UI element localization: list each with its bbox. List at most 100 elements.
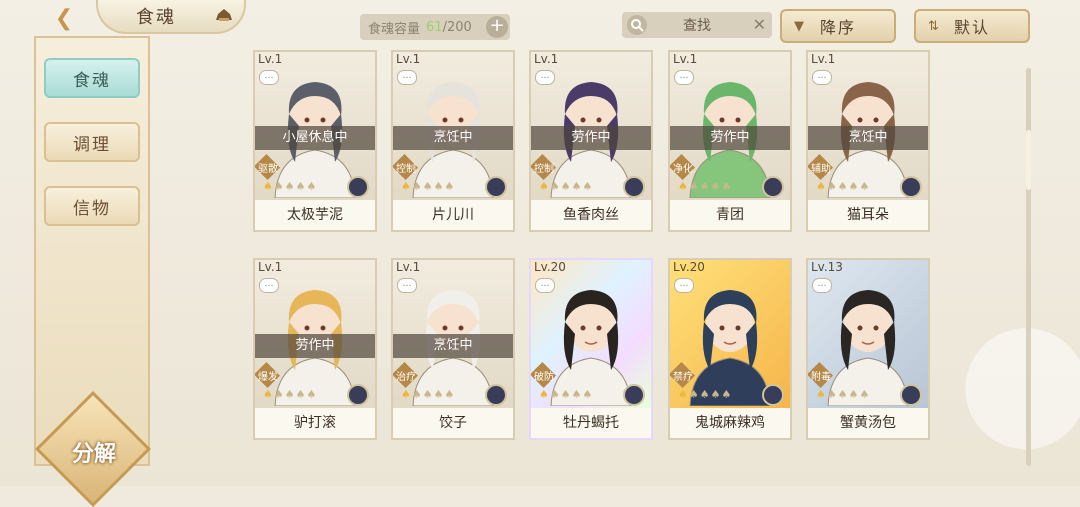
- star-icon: ♠: [859, 388, 871, 401]
- sort-descending-button[interactable]: ▼ 降序: [780, 9, 896, 43]
- star-icon: ♠: [688, 388, 700, 401]
- level-label: Lv.20: [673, 260, 705, 274]
- soul-name: 鱼香肉丝: [531, 200, 651, 230]
- star-icon: ♠: [721, 388, 733, 401]
- star-icon: ♠: [422, 180, 434, 193]
- food-soul-card[interactable]: Lv.1 … 烹饪中 辅助 ♠♠♠♠♠ 猫耳朵: [806, 50, 930, 232]
- speech-bubble-icon[interactable]: …: [259, 278, 279, 293]
- food-soul-card[interactable]: Lv.20 … 禁疗 ♠♠♠♠♠ 鬼城麻辣鸡: [668, 258, 792, 440]
- level-label: Lv.1: [534, 52, 559, 66]
- page-title: 食魂: [136, 7, 176, 28]
- element-icon: [900, 384, 922, 406]
- star-icon: ♠: [295, 388, 307, 401]
- element-icon: [623, 384, 645, 406]
- back-button[interactable]: ❮: [40, 4, 88, 32]
- back-arrow-icon: ❮: [54, 5, 74, 31]
- soul-name: 饺子: [393, 408, 513, 438]
- star-icon: ♠: [284, 180, 296, 193]
- speech-bubble-icon[interactable]: …: [535, 70, 555, 85]
- sidebar-tab-tokens[interactable]: 信物: [44, 186, 140, 226]
- expand-capacity-button[interactable]: +: [486, 16, 508, 38]
- star-rating: ♠♠♠♠♠: [263, 388, 317, 401]
- star-icon: ♠: [444, 388, 456, 401]
- status-banner: 烹饪中: [808, 126, 928, 150]
- sort-default-button[interactable]: ⇅ 默认: [914, 9, 1030, 43]
- star-icon: ♠: [284, 388, 296, 401]
- element-icon: [762, 176, 784, 198]
- search-box[interactable]: 查找 ✕: [622, 12, 772, 38]
- speech-bubble-icon[interactable]: …: [259, 70, 279, 85]
- star-rating: ♠♠♠♠♠: [539, 388, 593, 401]
- star-icon: ♠: [273, 388, 285, 401]
- level-label: Lv.1: [811, 52, 836, 66]
- scrollbar-track[interactable]: [1026, 68, 1031, 466]
- food-soul-card[interactable]: Lv.1 … 小屋休息中 驱散 ♠♠♠♠♠ 太极芋泥: [253, 50, 377, 232]
- status-banner: 小屋休息中: [255, 126, 375, 150]
- status-banner: 劳作中: [255, 334, 375, 358]
- speech-bubble-icon[interactable]: …: [674, 70, 694, 85]
- star-icon: ♠: [401, 388, 412, 401]
- speech-bubble-icon[interactable]: …: [674, 278, 694, 293]
- star-icon: ♠: [549, 180, 561, 193]
- star-icon: ♠: [560, 180, 572, 193]
- star-rating: ♠♠♠♠♠: [401, 388, 455, 401]
- star-rating: ♠♠♠♠♠: [539, 180, 593, 193]
- soul-name: 驴打滚: [255, 408, 375, 438]
- role-label: 控制: [534, 164, 554, 175]
- role-label: 净化: [673, 164, 693, 175]
- close-icon[interactable]: ✕: [753, 15, 766, 34]
- star-icon: ♠: [837, 388, 849, 401]
- star-rating: ♠♠♠♠♠: [401, 180, 455, 193]
- soul-name: 太极芋泥: [255, 200, 375, 230]
- food-soul-card[interactable]: Lv.1 … 烹饪中 控制 ♠♠♠♠♠ 片儿川: [391, 50, 515, 232]
- food-soul-card[interactable]: Lv.1 … 劳作中 净化 ♠♠♠♠♠ 青团: [668, 50, 792, 232]
- speech-bubble-icon[interactable]: …: [397, 70, 417, 85]
- star-icon: ♠: [582, 388, 594, 401]
- food-soul-card[interactable]: Lv.1 … 烹饪中 治疗 ♠♠♠♠♠ 饺子: [391, 258, 515, 440]
- star-icon: ♠: [837, 180, 849, 193]
- sort-arrows-icon: ⇅: [928, 19, 941, 34]
- sidebar-tab-conditioning[interactable]: 调理: [44, 122, 140, 162]
- scrollbar-thumb[interactable]: [1026, 130, 1031, 190]
- chef-hat-icon[interactable]: [214, 8, 234, 22]
- star-icon: ♠: [539, 388, 550, 401]
- food-soul-card[interactable]: Lv.1 … 劳作中 控制 ♠♠♠♠♠ 鱼香肉丝: [529, 50, 653, 232]
- soul-name: 片儿川: [393, 200, 513, 230]
- star-icon: ♠: [263, 388, 274, 401]
- sidebar-tab-souls[interactable]: 食魂: [44, 58, 140, 98]
- role-label: 控制: [396, 164, 416, 175]
- star-rating: ♠♠♠♠♠: [263, 180, 317, 193]
- star-icon: ♠: [571, 180, 583, 193]
- star-icon: ♠: [688, 180, 700, 193]
- sidebar-tab-label: 调理: [73, 134, 111, 155]
- star-rating: ♠♠♠♠♠: [678, 388, 732, 401]
- role-label: 辅助: [811, 164, 831, 175]
- star-icon: ♠: [411, 388, 423, 401]
- role-label: 爆发: [258, 372, 278, 383]
- soul-name: 鬼城麻辣鸡: [670, 408, 790, 438]
- speech-bubble-icon[interactable]: …: [397, 278, 417, 293]
- sort-default-label: 默认: [953, 18, 990, 37]
- star-icon: ♠: [444, 180, 456, 193]
- food-soul-card[interactable]: Lv.13 … 附毒 ♠♠♠♠♠ 蟹黄汤包: [806, 258, 930, 440]
- food-soul-card[interactable]: Lv.1 … 劳作中 爆发 ♠♠♠♠♠ 驴打滚: [253, 258, 377, 440]
- star-icon: ♠: [721, 180, 733, 193]
- star-icon: ♠: [710, 180, 722, 193]
- sort-desc-label: 降序: [819, 18, 856, 37]
- star-icon: ♠: [306, 388, 318, 401]
- speech-bubble-icon[interactable]: …: [535, 278, 555, 293]
- down-triangle-icon: ▼: [794, 19, 806, 34]
- speech-bubble-icon[interactable]: …: [812, 278, 832, 293]
- element-icon: [485, 384, 507, 406]
- star-icon: ♠: [433, 180, 445, 193]
- star-icon: ♠: [848, 180, 860, 193]
- soul-name: 牡丹蝎托: [531, 408, 651, 438]
- star-icon: ♠: [422, 388, 434, 401]
- star-icon: ♠: [433, 388, 445, 401]
- star-icon: ♠: [273, 180, 285, 193]
- soul-name: 蟹黄汤包: [808, 408, 928, 438]
- sidebar-tab-label: 食魂: [73, 70, 111, 91]
- food-soul-card[interactable]: Lv.20 … 破防 ♠♠♠♠♠ 牡丹蝎托: [529, 258, 653, 440]
- speech-bubble-icon[interactable]: …: [812, 70, 832, 85]
- search-label: 查找: [683, 18, 711, 34]
